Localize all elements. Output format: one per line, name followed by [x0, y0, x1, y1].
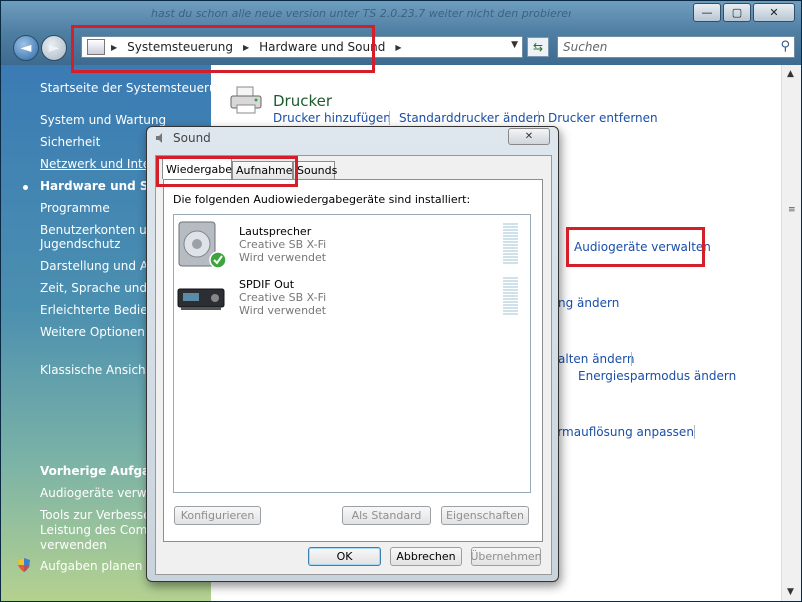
printer-icon — [230, 86, 262, 114]
properties-button[interactable]: Eigenschaften — [441, 506, 529, 525]
dialog-title: Sound — [173, 131, 211, 145]
device-status: Wird verwendet — [239, 251, 327, 264]
power-mode-link[interactable]: Energiesparmodus ändern — [578, 369, 736, 383]
task-audiogeraete[interactable]: Audiogeräte verwalt — [40, 486, 162, 500]
task-tools-line1[interactable]: Tools zur Verbesser — [40, 508, 155, 522]
vertical-scrollbar[interactable]: ▲ ≡ ▼ — [781, 65, 801, 601]
partial-link-aufloesung[interactable]: irmauflösung anpassen — [554, 425, 694, 439]
refresh-button[interactable]: ⇆ — [527, 37, 549, 57]
task-tools-line2[interactable]: Leistung des Comp — [40, 523, 155, 537]
printer-section-title[interactable]: Drucker — [273, 92, 332, 110]
sidebar-item-jugendschutz[interactable]: Jugendschutz — [40, 237, 120, 251]
breadcrumb-separator-icon: ▶ — [243, 42, 250, 52]
scroll-down-icon[interactable]: ▼ — [787, 587, 794, 597]
control-panel-window: hast du schon alle neue version unter TS… — [0, 0, 802, 602]
devices-intro-text: Die folgenden Audiowiedergabegeräte sind… — [173, 193, 471, 206]
sidebar-item-system[interactable]: System und Wartung — [40, 113, 166, 127]
add-printer-link[interactable]: Drucker hinzufügen — [273, 111, 391, 125]
partial-link-ng-aendern[interactable]: ng ändern — [558, 296, 619, 310]
back-button[interactable]: ◄ — [13, 35, 39, 61]
sidebar-item-klassische-ansicht[interactable]: Klassische Ansicht — [40, 363, 150, 377]
set-default-button[interactable]: Als Standard — [342, 506, 431, 525]
manage-audio-devices-link[interactable]: Audiogeräte verwalten — [574, 240, 711, 254]
search-input[interactable]: Suchen ⚲ — [557, 36, 795, 58]
scroll-grip-icon[interactable]: ≡ — [788, 205, 796, 215]
breadcrumb-separator-icon[interactable]: ▶ — [395, 43, 401, 52]
speaker-icon — [156, 133, 162, 143]
search-icon[interactable]: ⚲ — [780, 39, 790, 54]
breadcrumb-separator-icon: ▶ — [111, 42, 118, 52]
partial-link-alten-aendern[interactable]: alten ändern — [558, 352, 634, 366]
task-aufgaben-planen[interactable]: Aufgaben planen — [40, 559, 142, 573]
forward-button[interactable]: ► — [41, 35, 67, 61]
background-text: hast du schon alle neue version unter TS… — [151, 7, 571, 19]
device-card: Creative SB X-Fi — [239, 238, 327, 251]
close-button[interactable]: ✕ — [753, 3, 795, 22]
device-name-spdif: SPDIF Out — [239, 278, 295, 291]
link-separator — [694, 425, 695, 439]
sidebar-item-netzwerk[interactable]: Netzwerk und Intern — [40, 157, 162, 171]
device-name-lautsprecher: Lautsprecher — [239, 225, 312, 238]
sidebar-item-startseite[interactable]: Startseite der Systemsteuerung — [40, 81, 232, 95]
forward-arrow-icon: ► — [48, 40, 60, 56]
cancel-button[interactable]: Abbrechen — [390, 547, 462, 566]
link-separator — [631, 352, 632, 366]
link-separator — [538, 111, 539, 125]
link-separator — [389, 111, 390, 125]
tab-aufnahme[interactable]: Aufnahme — [232, 161, 293, 179]
tab-wiedergabe[interactable]: Wiedergabe — [162, 158, 232, 179]
spdif-device-icon[interactable] — [177, 284, 227, 314]
minimize-button[interactable]: — — [693, 3, 721, 22]
device-card: Creative SB X-Fi — [239, 291, 327, 304]
search-placeholder: Suchen — [563, 40, 608, 54]
scroll-up-icon[interactable]: ▲ — [787, 69, 794, 79]
device-status: Wird verwendet — [239, 304, 327, 317]
breadcrumb-hardware-und-sound[interactable]: Hardware und Sound — [259, 40, 385, 54]
sidebar-item-benutzerkonten[interactable]: Benutzerkonten und — [40, 223, 162, 237]
maximize-button[interactable]: ▢ — [723, 3, 751, 22]
tab-sounds[interactable]: Sounds — [293, 161, 337, 179]
default-printer-link[interactable]: Standarddrucker ändern — [399, 111, 545, 125]
ok-button[interactable]: OK — [308, 547, 381, 566]
dialog-close-button[interactable]: ✕ — [508, 128, 550, 145]
volume-meter — [503, 223, 518, 265]
task-tools-line3[interactable]: verwenden — [40, 538, 107, 552]
speaker-device-icon[interactable] — [177, 220, 229, 270]
control-panel-icon — [87, 39, 105, 55]
sidebar-item-sicherheit[interactable]: Sicherheit — [40, 135, 100, 149]
sidebar-item-erleichterte-bedienung[interactable]: Erleichterte Bedienu — [40, 303, 163, 317]
volume-meter — [503, 277, 518, 316]
breadcrumb-systemsteuerung[interactable]: Systemsteuerung — [127, 40, 233, 54]
apply-button[interactable]: Übernehmen — [470, 547, 542, 566]
sidebar-item-darstellung[interactable]: Darstellung und Anp — [40, 259, 163, 273]
sidebar-item-programme[interactable]: Programme — [40, 201, 110, 215]
address-bar[interactable]: ▶ Systemsteuerung ▶ Hardware und Sound ▶… — [81, 36, 523, 58]
back-arrow-icon: ◄ — [20, 40, 32, 56]
refresh-icon: ⇆ — [532, 40, 544, 54]
remove-printer-link[interactable]: Drucker entfernen — [548, 111, 658, 125]
caption-buttons: — ▢ ✕ — [693, 3, 795, 22]
title-bar: hast du schon alle neue version unter TS… — [1, 1, 801, 65]
configure-button[interactable]: Konfigurieren — [174, 506, 261, 525]
address-dropdown-icon[interactable]: ▼ — [511, 40, 518, 50]
current-item-bullet-icon — [23, 185, 28, 190]
sidebar-item-weitere-optionen[interactable]: Weitere Optionen — [40, 325, 145, 339]
shield-icon — [18, 558, 30, 572]
